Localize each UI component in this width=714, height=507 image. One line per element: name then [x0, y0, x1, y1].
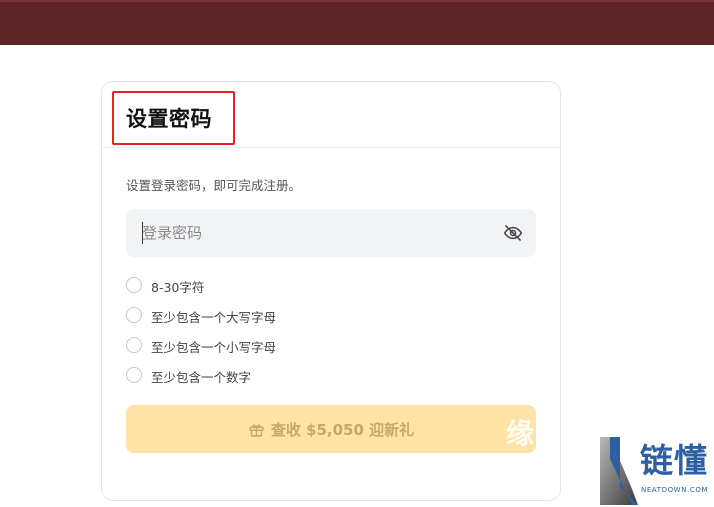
text-caret — [142, 222, 143, 244]
rule-uppercase: 至少包含一个大写字母 — [126, 305, 386, 325]
neatdown-logo: 链懂 NEATDOWN.COM — [600, 437, 712, 505]
rule-status-circle — [126, 307, 142, 323]
watermark-char: 缘 — [506, 417, 535, 450]
logo-subtext: NEATDOWN.COM — [641, 486, 709, 494]
set-password-card: 设置密码 设置登录密码，即可完成注册。 8-30字符 至少包含一个大写字母 至少… — [101, 81, 561, 501]
rule-status-circle — [126, 277, 142, 293]
rule-lowercase: 至少包含一个小写字母 — [126, 335, 386, 355]
logo-l-mark-icon — [600, 437, 638, 505]
card-header: 设置密码 — [102, 82, 560, 148]
top-bar — [0, 0, 714, 45]
page-title: 设置密码 — [126, 107, 212, 131]
rule-length: 8-30字符 — [126, 275, 386, 295]
rule-label: 至少包含一个小写字母 — [151, 340, 277, 355]
button-content: 查收 $5,050 迎新礼 — [126, 405, 536, 453]
eye-off-icon[interactable] — [503, 223, 523, 243]
logo-text: 链懂 — [640, 441, 708, 480]
claim-bonus-button[interactable]: 查收 $5,050 迎新礼 — [126, 405, 536, 453]
form-description: 设置登录密码，即可完成注册。 — [126, 178, 302, 193]
rule-label: 至少包含一个数字 — [151, 370, 252, 385]
rule-status-circle — [126, 367, 142, 383]
rule-status-circle — [126, 337, 142, 353]
button-label: 查收 $5,050 迎新礼 — [270, 420, 415, 439]
rule-label: 8-30字符 — [151, 280, 205, 295]
gift-icon — [249, 423, 264, 437]
rule-digit: 至少包含一个数字 — [126, 365, 386, 385]
password-field[interactable] — [126, 209, 536, 257]
rule-label: 至少包含一个大写字母 — [151, 310, 277, 325]
password-input[interactable] — [142, 221, 482, 245]
